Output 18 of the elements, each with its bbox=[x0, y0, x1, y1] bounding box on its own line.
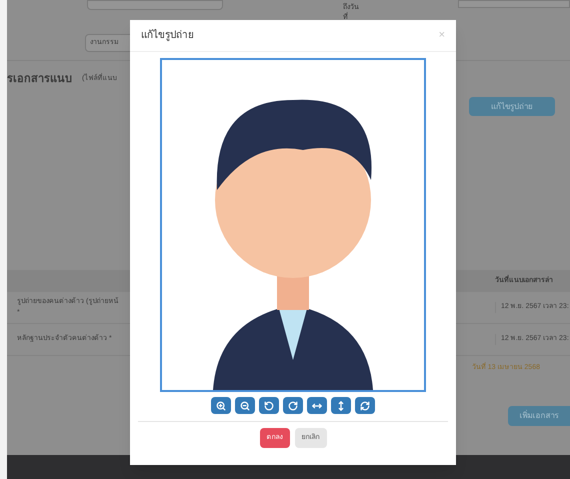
toolbar-button[interactable] bbox=[355, 397, 375, 414]
section-title: รเอกสารแนบ bbox=[7, 72, 72, 87]
add-document-button[interactable]: เพิ่มเอกสาร bbox=[508, 406, 570, 426]
toolbar-button[interactable] bbox=[307, 397, 327, 414]
rotate-left-icon bbox=[264, 400, 274, 410]
toolbar-button[interactable] bbox=[211, 397, 231, 414]
toolbar-button[interactable] bbox=[235, 397, 255, 414]
zoom-out-icon bbox=[240, 400, 250, 410]
photo-crop-area[interactable] bbox=[160, 58, 426, 392]
toolbar-button[interactable] bbox=[259, 397, 279, 414]
toolbar-button[interactable] bbox=[283, 397, 303, 414]
refresh-icon bbox=[360, 400, 370, 410]
horizontal-arrows-icon bbox=[312, 400, 322, 410]
rotate-right-icon bbox=[288, 400, 298, 410]
toolbar-button[interactable] bbox=[331, 397, 351, 414]
edit-photo-button[interactable]: แก้ไขรูปถ่าย bbox=[469, 97, 555, 116]
vertical-arrows-icon bbox=[336, 400, 346, 410]
zoom-in-icon bbox=[216, 400, 226, 410]
